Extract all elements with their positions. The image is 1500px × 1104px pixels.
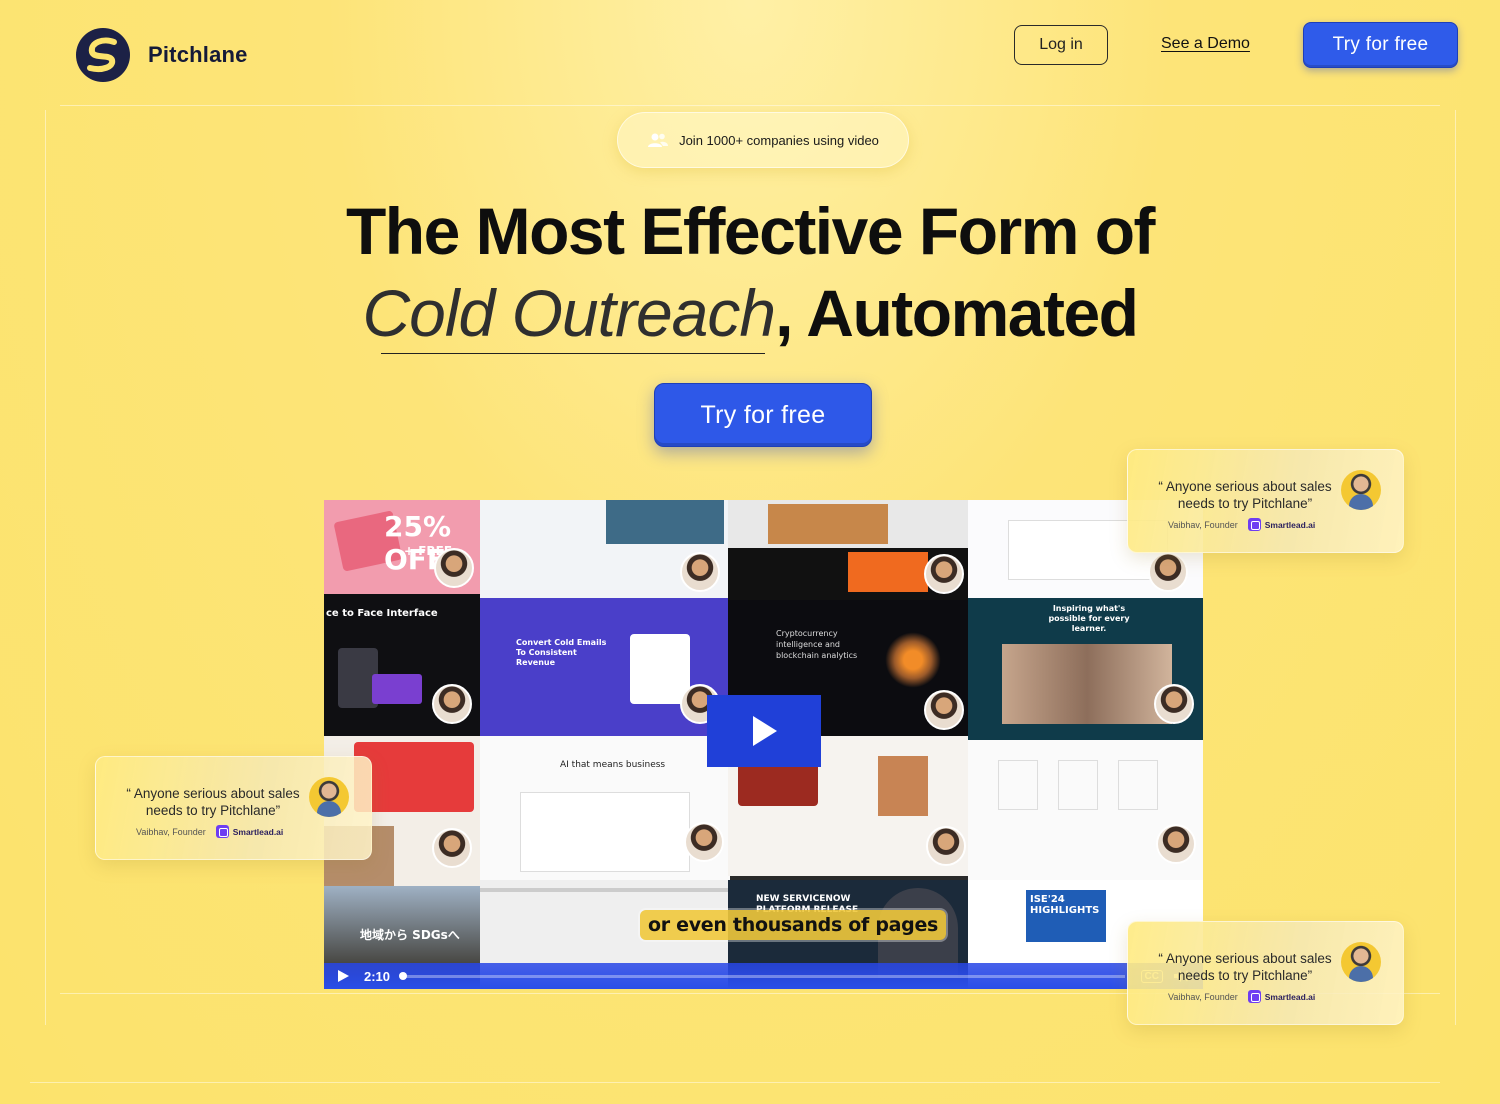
testimonial-author: Vaibhav, Founder xyxy=(136,826,206,837)
tile-text: ISE'24 HIGHLIGHTS xyxy=(1026,890,1106,942)
login-button[interactable]: Log in xyxy=(1014,25,1108,65)
company-name: Smartlead.ai xyxy=(1264,991,1316,1002)
badge-text: Join 1000+ companies using video xyxy=(679,132,879,148)
headline-bold: Automated xyxy=(791,276,1139,350)
testimonial-card: “ Anyone serious about sales needs to tr… xyxy=(1127,449,1404,553)
presenter-avatar xyxy=(432,828,472,868)
video-controls: 2:10 CC xyxy=(324,963,1203,989)
tile-text: Convert Cold Emails To Consistent Revenu… xyxy=(516,638,607,667)
testimonial-meta: Vaibhav, Founder Smartlead.ai xyxy=(1168,518,1315,531)
testimonial-quote: “ Anyone serious about sales needs to tr… xyxy=(1158,479,1332,511)
play-icon xyxy=(753,716,777,746)
video-tile: AI that means business xyxy=(480,736,730,880)
company-logo: Smartlead.ai xyxy=(215,825,284,838)
brand-logo[interactable]: Pitchlane xyxy=(74,26,248,84)
headline-line-2: Cold Outreach, Automated xyxy=(0,272,1500,354)
tile-text: AI that means business xyxy=(560,760,666,770)
tile-text: Cryptocurrency intelligence and blockcha… xyxy=(776,629,858,660)
users-icon xyxy=(648,133,669,147)
smartlead-icon xyxy=(215,825,229,838)
testimonial-card: “ Anyone serious about sales needs to tr… xyxy=(95,756,372,860)
presenter-avatar xyxy=(924,554,964,594)
tile-text: Inspiring what's possible for every lear… xyxy=(1048,604,1130,633)
company-logo: Smartlead.ai xyxy=(1247,518,1316,531)
testimonial-meta: Vaibhav, Founder Smartlead.ai xyxy=(136,825,283,838)
avatar xyxy=(1341,942,1381,982)
guide-line xyxy=(30,1082,1440,1083)
headline-italic: Cold Outreach xyxy=(363,272,776,354)
testimonial-meta: Vaibhav, Founder Smartlead.ai xyxy=(1168,990,1315,1003)
video-tile: ce to Face Interface xyxy=(324,594,480,736)
presenter-avatar xyxy=(1154,684,1194,724)
play-icon[interactable] xyxy=(336,969,350,983)
testimonial-author: Vaibhav, Founder xyxy=(1168,991,1238,1002)
video-tile: Convert Cold Emails To Consistent Revenu… xyxy=(480,598,728,736)
company-name: Smartlead.ai xyxy=(232,826,284,837)
avatar xyxy=(309,777,349,817)
video-tile xyxy=(968,740,1203,880)
testimonial-quote: “ Anyone serious about sales needs to tr… xyxy=(126,786,300,818)
headline-line-1: The Most Effective Form of xyxy=(345,194,1156,268)
presenter-avatar xyxy=(1156,824,1196,864)
brand-name: Pitchlane xyxy=(148,42,248,67)
testimonial-card: “ Anyone serious about sales needs to tr… xyxy=(1127,921,1404,1025)
tile-text: ce to Face Interface xyxy=(326,608,438,619)
presenter-avatar xyxy=(680,552,720,592)
presenter-avatar xyxy=(684,822,724,862)
hero-headline: The Most Effective Form of Cold Outreach… xyxy=(0,190,1500,354)
try-free-nav-button[interactable]: Try for free xyxy=(1303,22,1458,68)
video-tile: Inspiring what's possible for every lear… xyxy=(968,598,1203,740)
video-progress-knob[interactable] xyxy=(399,971,408,980)
video-subtitle: or even thousands of pages xyxy=(640,910,947,940)
see-demo-link[interactable]: See a Demo xyxy=(1161,35,1250,53)
demo-video[interactable]: 25% OFF + FREE ce to Face Interface 地域から… xyxy=(324,500,1203,989)
video-progress-bar[interactable] xyxy=(399,971,1125,980)
testimonial-quote: “ Anyone serious about sales needs to tr… xyxy=(1158,951,1332,983)
video-tile: 25% OFF + FREE xyxy=(324,500,480,594)
social-proof-badge: Join 1000+ companies using video xyxy=(617,112,909,168)
tile-text: 地域から SDGsへ xyxy=(360,928,460,942)
guide-line xyxy=(60,105,1440,106)
presenter-avatar xyxy=(432,684,472,724)
video-time: 2:10 xyxy=(364,968,391,984)
avatar xyxy=(1341,470,1381,510)
presenter-avatar xyxy=(434,548,474,588)
video-tile xyxy=(728,500,968,548)
smartlead-icon xyxy=(1247,518,1261,531)
video-tile xyxy=(728,548,968,600)
company-name: Smartlead.ai xyxy=(1264,519,1316,530)
video-tile xyxy=(480,500,728,598)
try-free-hero-button[interactable]: Try for free xyxy=(654,383,872,447)
headline-comma: , xyxy=(775,276,793,350)
testimonial-author: Vaibhav, Founder xyxy=(1168,519,1238,530)
company-logo: Smartlead.ai xyxy=(1247,990,1316,1003)
presenter-avatar xyxy=(924,690,964,730)
smartlead-icon xyxy=(1247,990,1261,1003)
pitchlane-logo-icon xyxy=(76,28,130,82)
presenter-avatar xyxy=(926,826,966,866)
video-play-button[interactable] xyxy=(707,695,821,767)
presenter-avatar xyxy=(1148,552,1188,592)
